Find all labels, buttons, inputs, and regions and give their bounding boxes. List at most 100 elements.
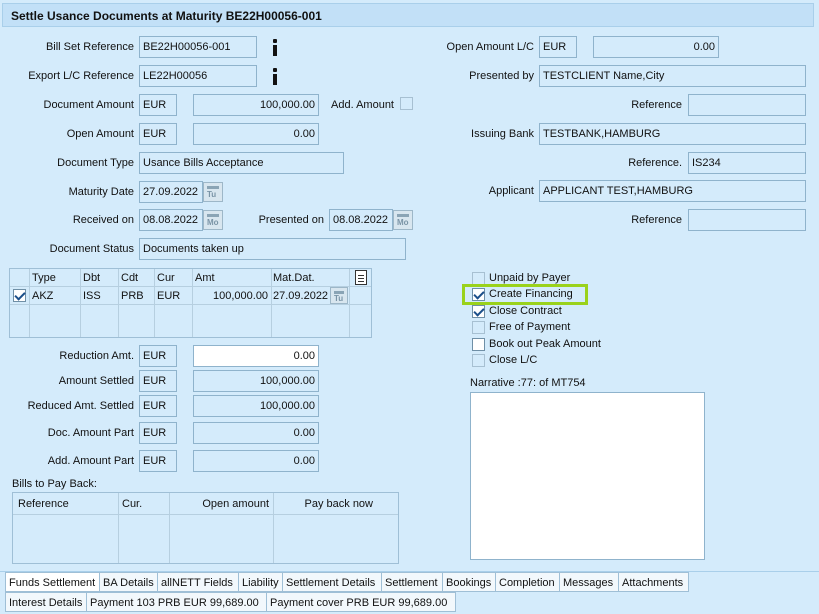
document-status-field[interactable]: Documents taken up [139, 238, 406, 260]
calendar-icon[interactable]: Mo [393, 210, 413, 230]
close-contract-label: Close Contract [489, 305, 562, 317]
presented-on-field[interactable]: 08.08.2022 [329, 209, 393, 231]
presented-by-field[interactable]: TESTCLIENT Name,City [539, 65, 806, 87]
doc-amount-part-field[interactable]: 0.00 [193, 422, 319, 444]
row-select-checkbox[interactable] [13, 289, 26, 302]
tab-interest-details[interactable]: Interest Details [5, 592, 87, 612]
tab-attachments[interactable]: Attachments [618, 572, 689, 592]
bills-to-pay-back-table: Reference Cur. Open amount Pay back now [12, 492, 399, 564]
row-mat-dat: 27.09.2022 [273, 290, 329, 302]
row-cur: EUR [157, 290, 181, 302]
window-title: Settle Usance Documents at Maturity BE22… [11, 9, 322, 23]
create-financing-label: Create Financing [489, 288, 573, 300]
document-amount-field[interactable]: 100,000.00 [193, 94, 319, 116]
narrative-label: Narrative :77: of MT754 [470, 377, 586, 389]
open-amount-label: Open Amount [66, 128, 134, 140]
document-status-label: Document Status [49, 243, 134, 255]
reduction-amt-label: Reduction Amt. [59, 350, 134, 362]
column-header-reference[interactable]: Reference [18, 498, 69, 510]
bill-set-reference-label: Bill Set Reference [45, 41, 134, 53]
tab-ba-details[interactable]: BA Details [99, 572, 158, 592]
column-header-cur[interactable]: Cur [157, 272, 175, 284]
presented-on-label: Presented on [258, 214, 324, 226]
tab-settlement-details[interactable]: Settlement Details [282, 572, 382, 592]
bills-to-pay-back-label: Bills to Pay Back: [12, 478, 97, 490]
unpaid-by-payer-label: Unpaid by Payer [489, 272, 571, 284]
applicant-reference-field[interactable] [688, 209, 806, 231]
received-on-label: Received on [72, 214, 134, 226]
reference-field[interactable] [688, 94, 806, 116]
open-amount-lc-field[interactable]: 0.00 [593, 36, 719, 58]
issuing-reference-label: Reference. [628, 157, 682, 169]
create-financing-checkbox[interactable] [472, 288, 485, 301]
copy-document-icon[interactable] [355, 270, 367, 285]
column-header-open-amount[interactable]: Open amount [169, 498, 269, 510]
calendar-icon[interactable]: Mo [203, 210, 223, 230]
column-header-cur[interactable]: Cur. [122, 498, 142, 510]
document-amount-currency[interactable]: EUR [139, 94, 177, 116]
info-icon[interactable] [272, 68, 278, 85]
book-out-peak-amount-checkbox[interactable] [472, 338, 485, 351]
reduced-amt-settled-currency[interactable]: EUR [139, 395, 177, 417]
column-header-amt[interactable]: Amt [195, 272, 215, 284]
open-amount-currency[interactable]: EUR [139, 123, 177, 145]
row-cdt: PRB [121, 290, 144, 302]
add-amount-checkbox[interactable] [400, 97, 413, 110]
tab-completion[interactable]: Completion [495, 572, 560, 592]
book-out-peak-amount-label: Book out Peak Amount [489, 338, 601, 350]
free-of-payment-label: Free of Payment [489, 321, 571, 333]
amount-settled-label: Amount Settled [58, 375, 134, 387]
table-row[interactable]: AKZ ISS PRB EUR 100,000.00 27.09.2022 Tu [10, 287, 371, 304]
tab-payment-cover[interactable]: Payment cover PRB EUR 99,689.00 [266, 592, 456, 612]
column-header-dbt[interactable]: Dbt [83, 272, 100, 284]
add-amount-part-field[interactable]: 0.00 [193, 450, 319, 472]
document-type-field[interactable]: Usance Bills Acceptance [139, 152, 344, 174]
doc-amount-part-currency[interactable]: EUR [139, 422, 177, 444]
tab-payment-103[interactable]: Payment 103 PRB EUR 99,689.00 [86, 592, 267, 612]
tab-allnett-fields[interactable]: allNETT Fields [157, 572, 239, 592]
close-lc-checkbox[interactable] [472, 354, 485, 367]
narrative-textarea[interactable] [470, 392, 705, 560]
issuing-bank-field[interactable]: TESTBANK,HAMBURG [539, 123, 806, 145]
open-amount-lc-currency[interactable]: EUR [539, 36, 577, 58]
acceptance-table: Type Dbt Cdt Cur Amt Mat.Dat. AKZ ISS PR… [9, 268, 372, 338]
column-header-cdt[interactable]: Cdt [121, 272, 138, 284]
tab-funds-settlement[interactable]: Funds Settlement [5, 572, 100, 592]
close-contract-checkbox[interactable] [472, 305, 485, 318]
calendar-icon[interactable]: Tu [330, 287, 348, 304]
received-on-field[interactable]: 08.08.2022 [139, 209, 203, 231]
reduction-amt-currency[interactable]: EUR [139, 345, 177, 367]
window-title-bar: Settle Usance Documents at Maturity BE22… [2, 3, 814, 27]
reduced-amt-settled-label: Reduced Amt. Settled [27, 400, 134, 412]
reference-label: Reference [631, 99, 682, 111]
bill-set-reference-field[interactable]: BE22H00056-001 [139, 36, 257, 58]
presented-by-label: Presented by [469, 70, 534, 82]
amount-settled-currency[interactable]: EUR [139, 370, 177, 392]
export-lc-reference-label: Export L/C Reference [28, 70, 134, 82]
free-of-payment-checkbox[interactable] [472, 321, 485, 334]
tab-messages[interactable]: Messages [559, 572, 619, 592]
tab-settlement[interactable]: Settlement [381, 572, 443, 592]
add-amount-part-currency[interactable]: EUR [139, 450, 177, 472]
info-icon[interactable] [272, 39, 278, 56]
row-amt: 100,000.00 [213, 290, 269, 302]
calendar-icon[interactable]: Tu [203, 182, 223, 202]
applicant-label: Applicant [488, 185, 534, 197]
issuing-reference-field[interactable]: IS234 [688, 152, 806, 174]
column-header-type[interactable]: Type [32, 272, 56, 284]
close-lc-label: Close L/C [489, 354, 538, 366]
tab-liability[interactable]: Liability [238, 572, 283, 592]
document-amount-label: Document Amount [43, 99, 135, 111]
column-header-pay-back-now[interactable]: Pay back now [273, 498, 373, 510]
amount-settled-field[interactable]: 100,000.00 [193, 370, 319, 392]
column-header-mat-dat[interactable]: Mat.Dat. [273, 272, 315, 284]
export-lc-reference-field[interactable]: LE22H00056 [139, 65, 257, 87]
open-amount-field[interactable]: 0.00 [193, 123, 319, 145]
applicant-field[interactable]: APPLICANT TEST,HAMBURG [539, 180, 806, 202]
tab-bookings[interactable]: Bookings [442, 572, 496, 592]
doc-amount-part-label: Doc. Amount Part [47, 427, 134, 439]
reduced-amt-settled-field[interactable]: 100,000.00 [193, 395, 319, 417]
reduction-amt-field[interactable]: 0.00 [193, 345, 319, 367]
add-amount-label: Add. Amount [331, 99, 394, 111]
maturity-date-field[interactable]: 27.09.2022 [139, 181, 203, 203]
